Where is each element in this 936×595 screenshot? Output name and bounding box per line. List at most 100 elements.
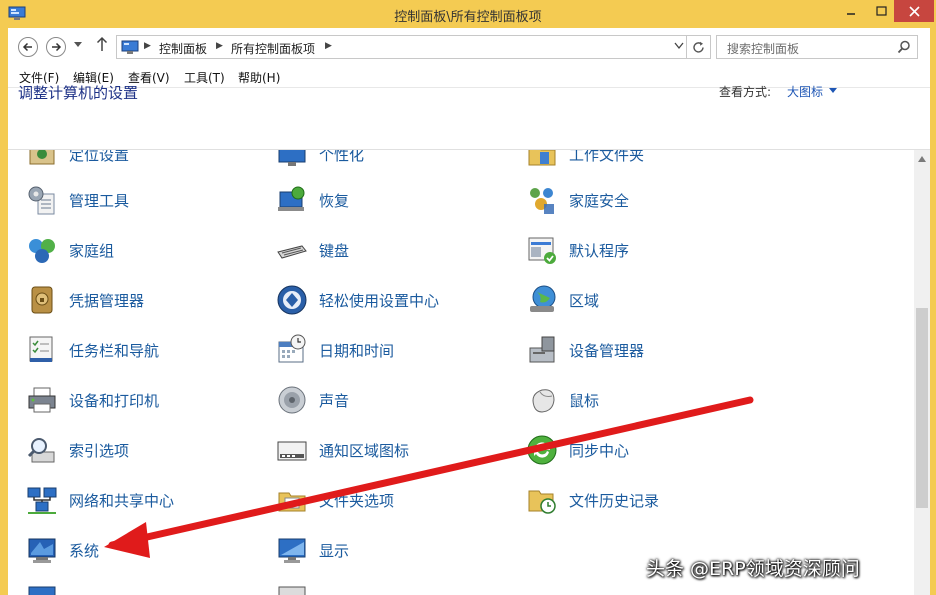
control-panel-items: 定位设置 个性化 工作文件夹 管理工具 恢复 家庭安全 家庭组 键盘 默认程序 … <box>8 150 914 595</box>
cp-item-label: 任务栏和导航 <box>69 342 160 360</box>
cp-item-device-manager[interactable]: 设备管理器 <box>526 332 766 368</box>
cp-item-label: 文件夹选项 <box>319 492 395 510</box>
back-button[interactable] <box>18 37 38 57</box>
caret-down-icon[interactable] <box>829 88 837 93</box>
cp-item-devices-printers[interactable]: 设备和打印机 <box>26 382 266 418</box>
title-bar[interactable]: 控制面板\所有控制面板项 <box>0 0 936 28</box>
cp-item-taskbar[interactable]: 任务栏和导航 <box>26 332 266 368</box>
close-button[interactable] <box>894 0 934 22</box>
credential-manager-icon <box>31 286 53 314</box>
view-mode-label: 查看方式: <box>719 85 772 99</box>
minimize-icon <box>847 13 855 15</box>
vertical-scrollbar[interactable] <box>914 150 930 595</box>
maximize-button[interactable] <box>866 0 896 22</box>
cp-item-label: 管理工具 <box>69 192 130 210</box>
cp-item-ease-of-access[interactable]: 轻松使用设置中心 <box>276 282 516 318</box>
device-manager-icon <box>529 336 555 363</box>
arrow-right-icon <box>52 42 62 52</box>
partial-item-icon <box>278 586 306 595</box>
breadcrumb-separator-icon[interactable]: ▶ <box>325 41 332 51</box>
cp-item-label: 设备管理器 <box>569 342 645 360</box>
chevron-down-icon[interactable] <box>674 42 684 50</box>
cp-item-family-safety[interactable]: 家庭安全 <box>526 182 766 218</box>
cp-item-personalization[interactable]: 个性化 <box>276 150 516 172</box>
cp-item-label: 区域 <box>569 292 600 310</box>
breadcrumb-all-items[interactable]: 所有控制面板项 <box>231 40 315 57</box>
cp-item-label: 鼠标 <box>569 392 600 410</box>
cp-item-label: 设备和打印机 <box>69 392 160 410</box>
region-icon <box>530 285 556 312</box>
cp-item-work-folders[interactable]: 工作文件夹 <box>526 150 766 172</box>
cp-item-admin-tools[interactable]: 管理工具 <box>26 182 266 218</box>
search-icon[interactable] <box>897 40 911 54</box>
search-input[interactable]: 搜索控制面板 <box>727 40 799 57</box>
cp-item-homegroup[interactable]: 家庭组 <box>26 232 266 268</box>
display-icon <box>278 538 306 563</box>
cp-item-system[interactable]: 系统 <box>26 532 266 568</box>
file-history-icon <box>528 490 556 514</box>
cp-item-display[interactable]: 显示 <box>276 532 516 568</box>
arrow-left-icon <box>22 42 32 52</box>
network-icon <box>27 487 57 514</box>
search-box[interactable]: 搜索控制面板 <box>716 35 918 59</box>
cp-item-notification-icons[interactable]: 通知区域图标 <box>276 432 516 468</box>
ease-of-access-icon <box>277 285 307 315</box>
cp-item-partial[interactable] <box>276 582 516 595</box>
cp-item-sound[interactable]: 声音 <box>276 382 516 418</box>
cp-item-label: 同步中心 <box>569 442 630 460</box>
view-mode-dropdown[interactable]: 大图标 <box>787 83 823 100</box>
cp-item-date-time[interactable]: 日期和时间 <box>276 332 516 368</box>
refresh-button[interactable] <box>686 36 710 58</box>
cp-item-recovery[interactable]: 恢复 <box>276 182 516 218</box>
cp-item-label: 通知区域图标 <box>319 442 410 460</box>
menu-tools[interactable]: 工具(T) <box>184 69 225 86</box>
cp-item-label: 轻松使用设置中心 <box>319 292 440 310</box>
scroll-up-icon[interactable] <box>918 156 926 162</box>
cp-item-network-sharing[interactable]: 网络和共享中心 <box>26 482 266 518</box>
breadcrumb-control-panel[interactable]: 控制面板 <box>159 40 207 57</box>
recovery-icon <box>278 186 305 211</box>
maximize-icon <box>875 6 887 16</box>
menu-help[interactable]: 帮助(H) <box>238 69 280 86</box>
cp-item-indexing[interactable]: 索引选项 <box>26 432 266 468</box>
forward-button[interactable] <box>46 37 66 57</box>
cp-item-label: 系统 <box>69 542 100 560</box>
window-frame: 控制面板\所有控制面板项 ▶ 控制面板 ▶ 所有控制面板项 ▶ 搜索控制面板 文… <box>0 0 936 595</box>
cp-item-label: 默认程序 <box>569 242 630 260</box>
arrow-up-icon <box>96 36 108 51</box>
cp-item-label: 网络和共享中心 <box>69 492 175 510</box>
location-settings-icon <box>29 150 55 165</box>
keyboard-icon <box>277 245 307 259</box>
cp-item-keyboard[interactable]: 键盘 <box>276 232 516 268</box>
indexing-icon <box>27 438 55 463</box>
cp-item-location-settings[interactable]: 定位设置 <box>26 150 266 172</box>
breadcrumb-separator-icon[interactable]: ▶ <box>144 41 151 51</box>
cp-item-label: 恢复 <box>319 192 350 210</box>
window-title: 控制面板\所有控制面板项 <box>394 10 542 25</box>
cp-item-credential-manager[interactable]: 凭据管理器 <box>26 282 266 318</box>
cp-item-label: 家庭组 <box>69 242 115 260</box>
cp-item-label: 索引选项 <box>69 442 130 460</box>
cp-item-label: 文件历史记录 <box>569 492 660 510</box>
personalization-icon <box>278 150 306 166</box>
cp-item-file-history[interactable]: 文件历史记录 <box>526 482 766 518</box>
cp-item-sync-center[interactable]: 同步中心 <box>526 432 766 468</box>
cp-item-label: 定位设置 <box>69 150 130 164</box>
cp-item-partial[interactable] <box>26 582 266 595</box>
refresh-icon <box>693 41 704 53</box>
address-bar[interactable]: ▶ 控制面板 ▶ 所有控制面板项 ▶ <box>116 35 711 59</box>
cp-item-folder-options[interactable]: 文件夹选项 <box>276 482 516 518</box>
calendar-clock-icon <box>278 334 306 363</box>
control-panel-small-icon <box>121 40 139 54</box>
cp-item-region[interactable]: 区域 <box>526 282 766 318</box>
cp-item-mouse[interactable]: 鼠标 <box>526 382 766 418</box>
notification-icon <box>277 441 307 461</box>
scroll-thumb[interactable] <box>916 308 928 508</box>
breadcrumb-separator-icon[interactable]: ▶ <box>216 41 223 51</box>
cp-item-default-programs[interactable]: 默认程序 <box>526 232 766 268</box>
up-button[interactable] <box>96 36 108 56</box>
recent-locations-chevron-icon[interactable] <box>74 42 82 48</box>
speaker-icon <box>278 386 306 414</box>
minimize-button[interactable] <box>836 0 866 22</box>
mouse-icon <box>532 389 555 413</box>
